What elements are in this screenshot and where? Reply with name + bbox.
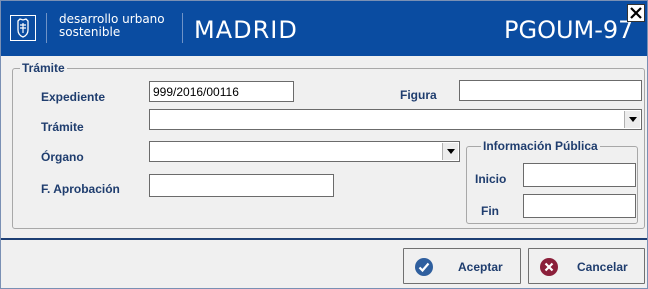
- figura-field[interactable]: [459, 80, 642, 101]
- brand-divider: [46, 13, 47, 43]
- plan-title: PGOUM-97: [504, 16, 634, 44]
- close-icon: [630, 7, 642, 19]
- city-title: MADRID: [194, 16, 298, 44]
- chevron-down-icon[interactable]: [442, 143, 458, 160]
- aprobacion-date-field[interactable]: [149, 174, 334, 197]
- close-button[interactable]: [627, 4, 645, 22]
- accept-button[interactable]: Aceptar: [403, 248, 521, 284]
- madrid-crest-icon: [10, 15, 36, 41]
- figura-label: Figura: [400, 88, 437, 102]
- expediente-field[interactable]: [149, 81, 294, 102]
- inicio-date-field[interactable]: [523, 163, 636, 187]
- expediente-label: Expediente: [41, 90, 106, 104]
- inicio-label: Inicio: [475, 172, 507, 186]
- cancel-button[interactable]: Cancelar: [528, 248, 645, 284]
- tramite-select[interactable]: [149, 109, 642, 130]
- footer-divider: [1, 238, 647, 240]
- fin-date-field[interactable]: [523, 194, 636, 218]
- accept-button-label: Aceptar: [458, 260, 503, 274]
- aprobacion-label: F. Aprobación: [41, 182, 120, 196]
- info-publica-legend: Información Pública: [481, 139, 600, 153]
- organo-select[interactable]: [149, 141, 460, 162]
- organo-label: Órgano: [41, 150, 84, 164]
- brand-line-2: sostenible: [59, 25, 121, 39]
- x-circle-icon: [540, 258, 558, 276]
- cancel-button-label: Cancelar: [577, 260, 628, 274]
- tramite-label: Trámite: [41, 120, 84, 134]
- check-circle-icon: [415, 258, 433, 276]
- tramite-group-legend: Trámite: [20, 61, 67, 75]
- dialog-window: desarrollo urbano sostenible MADRID PGOU…: [0, 0, 648, 289]
- brand-divider: [182, 13, 183, 43]
- header-bar: desarrollo urbano sostenible MADRID PGOU…: [1, 1, 647, 56]
- fin-label: Fin: [481, 204, 499, 218]
- chevron-down-icon[interactable]: [624, 111, 640, 128]
